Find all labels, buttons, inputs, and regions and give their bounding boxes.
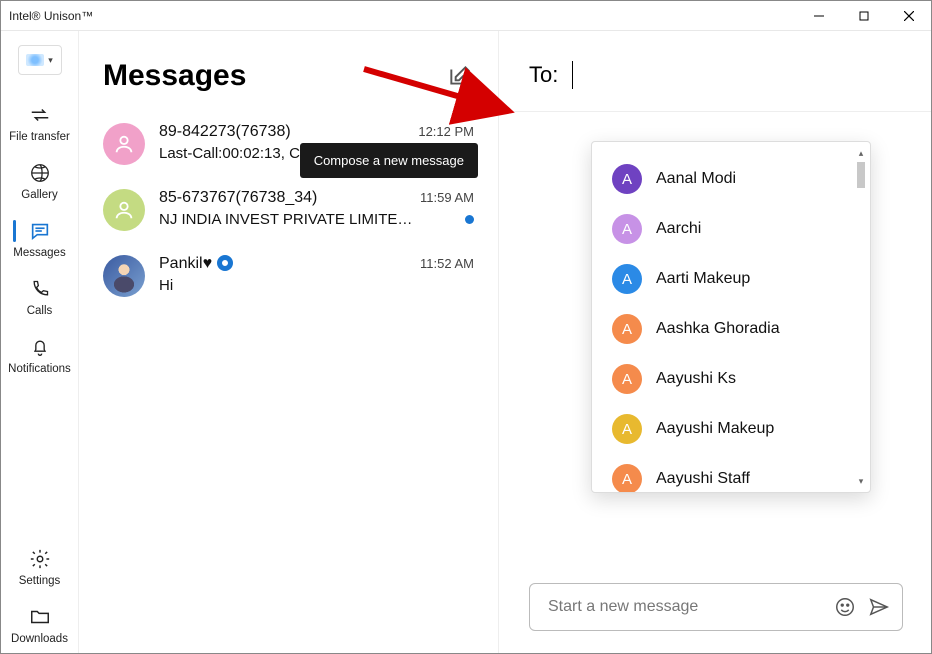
sidebar-item-file-transfer[interactable]: File transfer [1,93,78,151]
sidebar: ▾ File transfer Gallery Messages [1,31,79,653]
device-selector[interactable]: ▾ [18,45,62,75]
unread-indicator [465,215,474,224]
sidebar-item-calls[interactable]: Calls [1,267,78,325]
thread-sender: 85-673767(76738_34) [159,189,317,207]
nav-label: Gallery [21,189,57,201]
contact-row[interactable]: A Aanal Modi [592,154,870,204]
message-thread[interactable]: 85-673767(76738_34) 11:59 AM NJ INDIA IN… [95,177,482,243]
scroll-up-icon[interactable]: ▴ [854,146,868,160]
sidebar-item-gallery[interactable]: Gallery [1,151,78,209]
emoji-icon [834,596,856,618]
title-bar: Intel® Unison™ [1,1,931,31]
window-controls [796,1,931,30]
gear-icon [29,547,51,571]
contact-name: Aayushi Staff [656,470,750,488]
to-row: To: [499,31,931,112]
text-caret [572,61,573,89]
nav-label: Settings [19,575,61,587]
person-icon [113,133,135,155]
sidebar-item-settings[interactable]: Settings [1,537,78,595]
scroll-down-icon[interactable]: ▾ [854,474,868,488]
contact-row[interactable]: A Aashka Ghoradia [592,304,870,354]
contact-avatar: A [612,314,642,344]
avatar [103,189,145,231]
maximize-icon [859,11,869,21]
messages-header: Messages [79,31,498,111]
compose-icon [447,63,473,89]
thread-time: 11:52 AM [420,256,474,271]
to-input[interactable] [587,64,901,87]
send-icon [868,596,890,618]
app-window: Intel® Unison™ ▾ File trans [0,0,932,654]
close-icon [904,11,914,21]
bell-icon [30,335,50,359]
thread-time: 12:12 PM [418,124,474,139]
thread-preview: NJ INDIA INVEST PRIVATE LIMITE… [159,211,412,228]
compose-bar [529,583,903,631]
nav-label: Downloads [11,633,68,645]
minimize-icon [814,11,824,21]
to-label: To: [529,62,558,88]
contact-row[interactable]: A Aayushi Ks [592,354,870,404]
contact-name: Aarti Makeup [656,270,750,288]
contact-name: Aayushi Ks [656,370,736,388]
chat-icon [29,219,51,243]
contact-name: Aarchi [656,220,701,238]
contact-row[interactable]: A Aayushi Staff [592,454,870,492]
compose-button[interactable] [446,62,474,90]
avatar [103,123,145,165]
contact-avatar: A [612,164,642,194]
send-button[interactable] [868,596,890,618]
scroll-thumb[interactable] [857,162,865,188]
thread-sender: 89-842273(76738) [159,123,291,141]
phone-icon [30,277,50,301]
thread-time: 11:59 AM [420,190,474,205]
contact-row[interactable]: A Aarti Makeup [592,254,870,304]
aperture-icon [29,161,51,185]
contact-name: Aanal Modi [656,170,736,188]
chevron-down-icon: ▾ [48,55,53,66]
nav-label: File transfer [9,131,70,143]
minimize-button[interactable] [796,1,841,30]
contact-avatar: A [612,464,642,492]
thread-sender: Pankil♥ [159,255,233,273]
contact-name: Aayushi Makeup [656,420,774,438]
contact-row[interactable]: A Aayushi Makeup [592,404,870,454]
message-thread[interactable]: Pankil♥ 11:52 AM Hi [95,243,482,309]
thread-preview: Hi [159,277,173,294]
maximize-button[interactable] [841,1,886,30]
contacts-dropdown: A Aanal Modi A Aarchi A Aarti Makeup A Aashka G… [591,141,871,493]
sidebar-item-messages[interactable]: Messages [1,209,78,267]
emoji-button[interactable] [834,596,856,618]
contact-avatar: A [612,214,642,244]
compose-pane: To: A Aanal Modi A Aarchi A Aarti Makeup A Aash… [499,31,931,653]
avatar [103,255,145,297]
sidebar-item-notifications[interactable]: Notifications [1,325,78,383]
compose-tooltip: Compose a new message [300,143,478,178]
transfer-icon [29,103,51,127]
contact-avatar: A [612,364,642,394]
nav-label: Messages [13,247,65,259]
window-title: Intel® Unison™ [9,9,93,23]
messages-pane: Messages Compose a new message [79,31,499,653]
folder-icon [29,605,51,629]
nav-label: Notifications [8,363,71,375]
contact-name: Aashka Ghoradia [656,320,780,338]
target-icon [217,255,233,271]
contact-row[interactable]: A Aarchi [592,204,870,254]
message-list: 89-842273(76738) 12:12 PM Last-Call:00:0… [79,111,498,309]
contact-avatar: A [612,414,642,444]
nav-label: Calls [27,305,53,317]
device-icon [26,54,44,66]
close-button[interactable] [886,1,931,30]
person-icon [113,199,135,221]
page-title: Messages [103,59,246,93]
scrollbar[interactable]: ▴ ▾ [854,146,868,488]
message-input[interactable] [548,598,822,616]
contact-avatar: A [612,264,642,294]
sidebar-item-downloads[interactable]: Downloads [1,595,78,653]
